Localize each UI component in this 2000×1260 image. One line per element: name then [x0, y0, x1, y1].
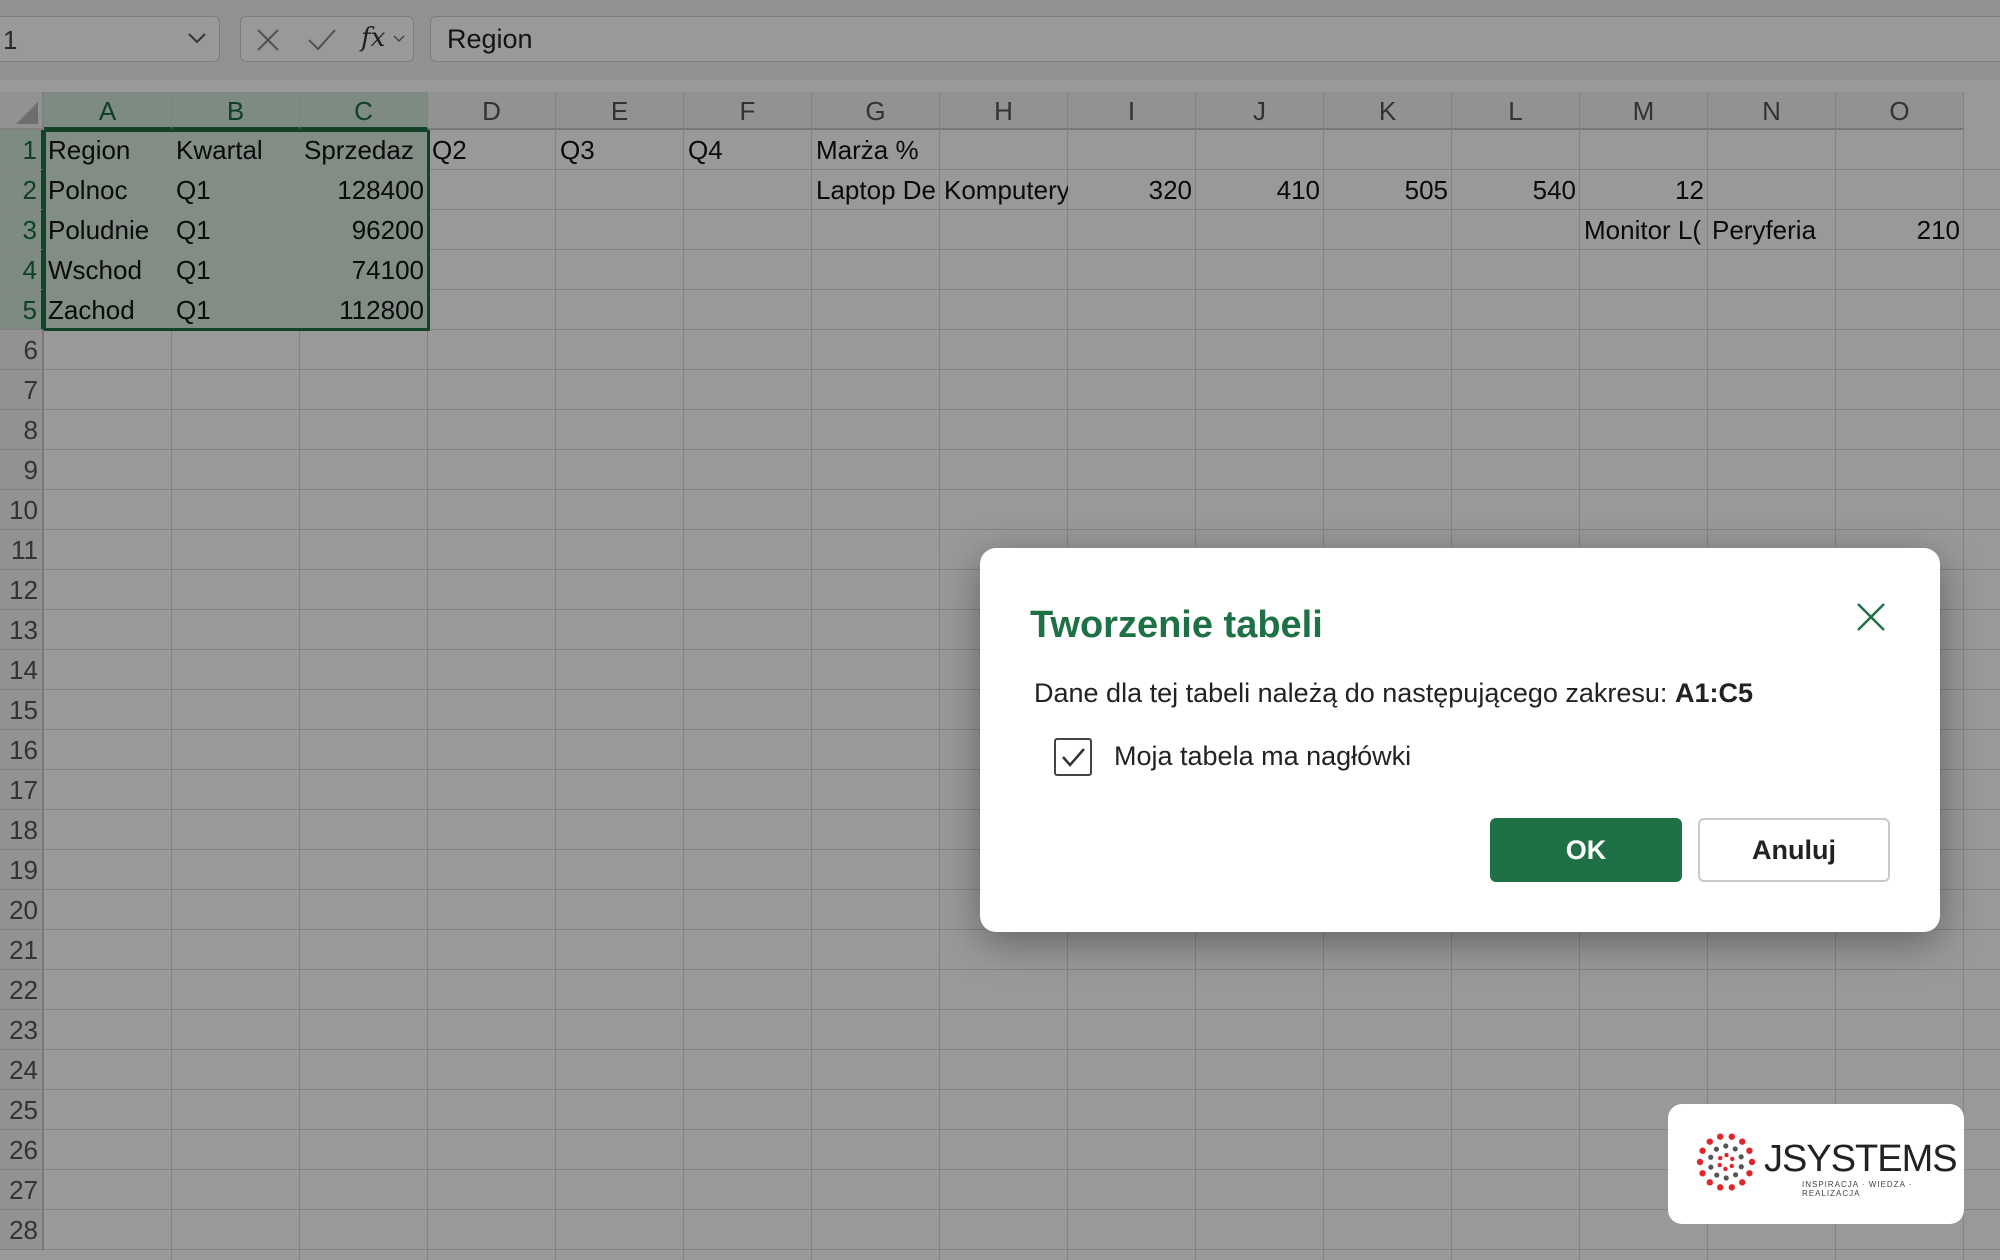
logo-dot [1717, 1162, 1722, 1168]
dialog-title: Tworzenie tabeli [1030, 604, 1323, 646]
logo-dot [1728, 1133, 1735, 1140]
logo-dot [1738, 1154, 1744, 1160]
logo-dot [1696, 1158, 1704, 1166]
headers-checkbox[interactable] [1054, 738, 1092, 776]
range-value[interactable]: A1:C5 [1675, 678, 1753, 708]
logo-dot [1748, 1158, 1756, 1166]
range-prompt-text: Dane dla tej tabeli należą do następując… [1034, 678, 1668, 708]
headers-checkbox-label[interactable]: Moja tabela ma nagłówki [1114, 741, 1411, 772]
logo-dot [1729, 1163, 1734, 1169]
logo-dot [1732, 1172, 1739, 1178]
ok-button[interactable]: OK [1490, 818, 1682, 882]
logo-dot [1699, 1147, 1706, 1154]
logo-dot [1706, 1179, 1713, 1186]
logo-dot [1708, 1154, 1714, 1160]
logo-dots-icon [1696, 1133, 1756, 1191]
checkmark-icon [1062, 748, 1085, 767]
logo-dot [1723, 1166, 1728, 1172]
logo-dot [1718, 1155, 1723, 1161]
logo-dot [1699, 1170, 1706, 1177]
logo-dot [1738, 1164, 1744, 1170]
logo-wordmark: JSYSTEMS [1764, 1138, 1958, 1180]
logo-dot [1728, 1184, 1735, 1191]
cancel-button[interactable]: Anuluj [1698, 818, 1890, 882]
logo-dot [1717, 1184, 1724, 1191]
logo-dot [1746, 1147, 1753, 1154]
logo-dot [1717, 1133, 1724, 1140]
logo-dot [1714, 1172, 1720, 1178]
logo-dot [1723, 1175, 1729, 1181]
logo-dot [1730, 1156, 1735, 1162]
logo-dot [1732, 1146, 1738, 1152]
close-icon[interactable] [1852, 598, 1890, 636]
logo-dot [1746, 1170, 1753, 1177]
logo-dot [1713, 1146, 1720, 1152]
logo-dot [1739, 1138, 1746, 1145]
logo-dot [1723, 1143, 1729, 1149]
logo-dot [1706, 1138, 1713, 1145]
jsystems-logo: JSYSTEMS INSPIRACJA · WIEDZA · REALIZACJ… [1668, 1104, 1964, 1224]
logo-dot [1739, 1179, 1746, 1186]
range-prompt: Dane dla tej tabeli należą do następując… [1034, 678, 1753, 709]
logo-dot [1708, 1164, 1714, 1170]
logo-tagline: INSPIRACJA · WIEDZA · REALIZACJA [1802, 1180, 1913, 1198]
logo-dot [1724, 1152, 1729, 1158]
create-table-dialog: Tworzenie tabeli Dane dla tej tabeli nal… [980, 548, 1940, 932]
